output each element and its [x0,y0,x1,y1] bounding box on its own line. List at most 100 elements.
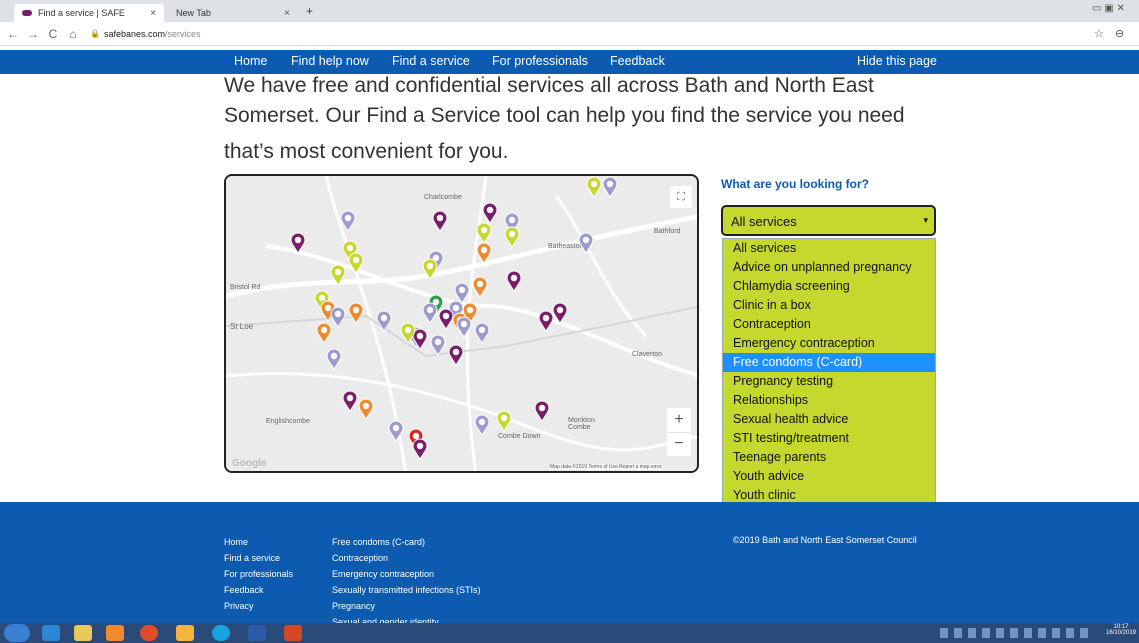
back-icon[interactable]: ← [6,27,20,41]
map-marker[interactable] [330,264,346,286]
map-marker[interactable] [388,420,404,442]
reload-icon[interactable]: C [46,27,60,41]
nav-home[interactable]: Home [234,54,267,68]
ie-icon[interactable] [42,625,60,641]
bookmark-star-icon[interactable]: ☆ [1094,27,1104,40]
footer-link[interactable]: Feedback [224,582,293,598]
map-marker[interactable] [432,210,448,232]
footer-link[interactable]: Emergency contraception [332,566,481,582]
map-marker[interactable] [348,252,364,274]
map-marker[interactable] [376,310,392,332]
close-tab-icon[interactable]: × [150,8,156,19]
zoom-in-button[interactable]: + [667,408,691,432]
system-tray[interactable] [940,628,1090,638]
map-label-charlcombe: Charlcombe [424,194,462,201]
service-select[interactable]: All services ▾ [721,205,936,236]
service-option[interactable]: Relationships [723,391,935,410]
service-option[interactable]: Clinic in a box [723,296,935,315]
footer-link[interactable]: Contraception [332,550,481,566]
service-option[interactable]: Advice on unplanned pregnancy [723,258,935,277]
url-path: /services [165,28,201,39]
url-field[interactable]: safebanes.com/services [104,29,201,39]
map-marker[interactable] [412,438,428,460]
map-marker[interactable] [422,258,438,280]
forward-icon[interactable]: → [26,27,40,41]
map-marker[interactable] [474,322,490,344]
footer-link[interactable]: Home [224,534,293,550]
map-marker[interactable] [474,414,490,436]
close-tab-icon[interactable]: × [284,8,290,19]
map-marker[interactable] [422,302,438,324]
map-marker[interactable] [578,232,594,254]
map-marker[interactable] [476,222,492,244]
footer-link[interactable]: Find a service [224,550,293,566]
new-tab-button[interactable]: + [306,4,313,18]
start-button[interactable] [4,624,30,642]
map-marker[interactable] [448,344,464,366]
map-marker[interactable] [552,302,568,324]
service-option[interactable]: Emergency contraception [723,334,935,353]
zoom-controls: + − [667,408,691,456]
nav-find-help-now[interactable]: Find help now [291,54,369,68]
footer-link[interactable]: Sexually transmitted infections (STIs) [332,582,481,598]
tab-new-tab[interactable]: New Tab × [168,4,298,22]
tab-find-a-service[interactable]: Find a service | SAFE × [14,4,164,22]
service-option[interactable]: Chlamydia screening [723,277,935,296]
map-marker[interactable] [342,390,358,412]
account-icon[interactable]: ⊖ [1115,27,1124,40]
footer-link[interactable]: Privacy [224,598,293,614]
hide-page-button[interactable]: Hide this page [857,54,937,68]
map-marker[interactable] [506,270,522,292]
site-navigation: Home Find help now Find a service For pr… [0,50,1139,74]
nav-feedback[interactable]: Feedback [610,54,665,68]
powerpoint-icon[interactable] [284,625,302,641]
service-option[interactable]: Youth advice [723,467,935,486]
map-marker[interactable] [430,334,446,356]
file-explorer-icon[interactable] [74,625,92,641]
map-marker[interactable] [602,176,618,198]
map-marker[interactable] [330,306,346,328]
map-marker[interactable] [456,316,472,338]
window-controls[interactable]: ▭ ▣ ✕ [1092,3,1125,14]
skype-icon[interactable] [212,625,230,641]
home-icon[interactable]: ⌂ [66,27,80,41]
service-option[interactable]: Teenage parents [723,448,935,467]
fullscreen-icon[interactable]: ⛶ [670,186,692,208]
map-marker[interactable] [504,226,520,248]
map-attribution[interactable]: Map data ©2019 Terms of Use Report a map… [550,464,662,470]
footer-link[interactable]: For professionals [224,566,293,582]
folder-icon[interactable] [176,625,194,641]
map-marker[interactable] [290,232,306,254]
footer-link[interactable]: Free condoms (C-card) [332,534,481,550]
footer-link[interactable]: Pregnancy [332,598,481,614]
nav-for-professionals[interactable]: For professionals [492,54,588,68]
url-host: safebanes.com [103,28,166,39]
word-icon[interactable] [248,625,266,641]
chrome-icon[interactable] [140,625,158,641]
nav-find-a-service[interactable]: Find a service [392,54,470,68]
browser-tabstrip: Find a service | SAFE × New Tab × + ▭ ▣ … [0,0,1139,22]
service-option[interactable]: All services [723,239,935,258]
service-option[interactable]: Pregnancy testing [723,372,935,391]
zoom-out-button[interactable]: − [667,432,691,456]
clock[interactable]: 10:17 16/10/2019 [1104,624,1138,636]
map-marker[interactable] [476,242,492,264]
map-marker[interactable] [348,302,364,324]
service-option[interactable]: STI testing/treatment [723,429,935,448]
map-marker[interactable] [472,276,488,298]
map-marker[interactable] [326,348,342,370]
service-option[interactable]: Sexual health advice [723,410,935,429]
map-marker[interactable] [400,322,416,344]
map-marker[interactable] [358,398,374,420]
service-option[interactable]: Contraception [723,315,935,334]
service-option[interactable]: Free condoms (C-card) [723,353,935,372]
map-marker[interactable] [316,322,332,344]
clock-date: 16/10/2019 [1105,630,1137,636]
map-marker[interactable] [340,210,356,232]
services-map[interactable]: Charlcombe Bathford Batheaston Bristol R… [224,174,699,473]
map-marker[interactable] [496,410,512,432]
map-marker[interactable] [534,400,550,422]
outlook-icon[interactable] [106,625,124,641]
map-marker[interactable] [586,176,602,198]
map-marker[interactable] [482,202,498,224]
